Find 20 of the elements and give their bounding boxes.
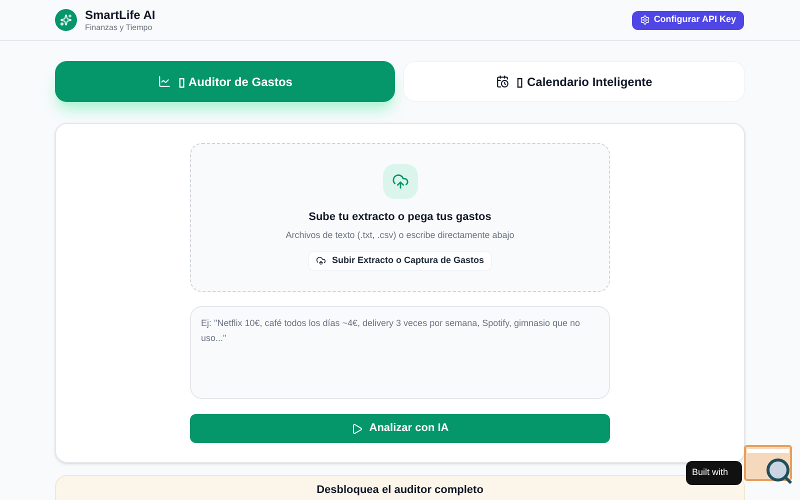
tab[interactable]: ▯ Auditor de Gastos (55, 61, 395, 102)
app-title: SmartLife AI (85, 8, 156, 20)
logo-icon (55, 9, 77, 31)
analyze-button[interactable]: Analizar con IA (190, 414, 610, 443)
tab[interactable]: ▯ Calendario Inteligente (403, 61, 745, 102)
upload-button[interactable]: Subir Extracto o Captura de Gastos (308, 251, 492, 271)
upload-hint: Archivos de texto (.txt, .csv) o escribe directamente abajo (286, 228, 514, 242)
upload-cloud-icon (382, 164, 418, 199)
play-icon (351, 422, 364, 434)
app-subtitle: Finanzas y Tiempo (85, 24, 154, 32)
promo-title: Desbloquea el auditor completo (316, 483, 484, 498)
api-key-button[interactable]: Configurar API Key (632, 10, 744, 30)
chart-icon (158, 75, 171, 88)
built-with-badge[interactable]: Built with (686, 461, 742, 485)
expenses-field[interactable]: Ej: "Netflix 10€, café todos los días ~4€, delivery 3 veces por semana, Spotify, gimnasio que no uso..." (190, 306, 610, 399)
upload-title: Sube tu extracto o pega tus gastos (308, 210, 492, 225)
upload-dropzone[interactable]: Sube tu extracto o pega tus gastos Archivos de texto (.txt, .csv) o escribe directamente abajo Subir Extracto o Captura de Gastos (190, 143, 610, 292)
cloud-upload-icon (316, 256, 326, 266)
calendar-clock-icon (496, 75, 509, 88)
gear-icon (640, 15, 650, 25)
